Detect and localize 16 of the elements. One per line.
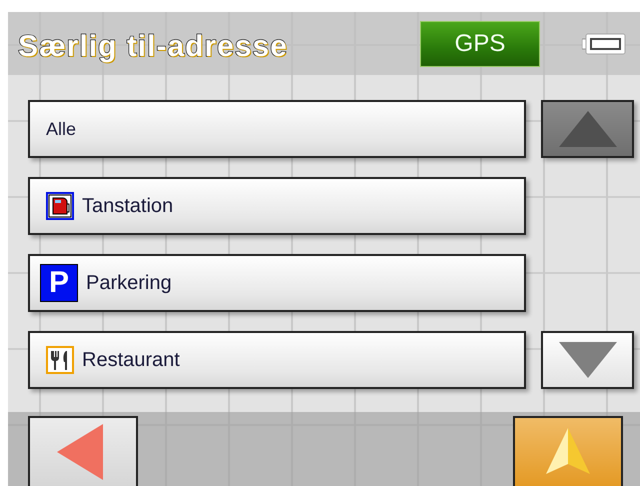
fuel-pump-icon — [46, 192, 74, 220]
navigate-button[interactable] — [513, 416, 623, 486]
category-list-item[interactable]: Tanstation — [28, 177, 526, 235]
parking-icon: P — [40, 264, 78, 302]
down-triangle-icon — [556, 340, 618, 380]
scroll-down-button[interactable] — [541, 331, 634, 389]
fork-knife-icon — [46, 346, 74, 374]
back-button[interactable] — [28, 416, 138, 486]
screen-title: Særlig til-adresse — [18, 30, 288, 64]
category-list-item[interactable]: Restaurant — [28, 331, 526, 389]
battery-icon — [582, 32, 626, 54]
navigation-arrow-icon — [546, 428, 590, 476]
gps-button[interactable]: GPS — [420, 20, 540, 66]
up-triangle-icon — [556, 109, 618, 149]
category-list-item[interactable]: Alle — [28, 100, 526, 158]
category-list-item[interactable]: P Parkering — [28, 254, 526, 312]
